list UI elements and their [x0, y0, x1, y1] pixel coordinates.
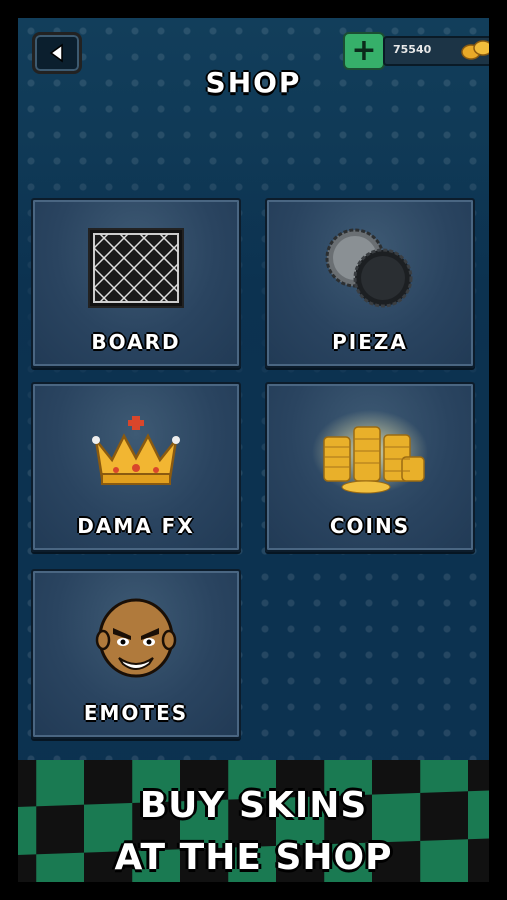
crown-icon — [92, 415, 180, 485]
card-label: PIEZA — [332, 330, 408, 354]
coin-stacks-icon — [312, 409, 428, 494]
coin-amount: 75540 — [393, 43, 432, 56]
coins-icon — [461, 40, 489, 60]
coin-balance: 75540 — [383, 36, 489, 66]
page-title: SHOP — [205, 66, 302, 99]
shop-card-pieza[interactable]: PIEZA — [265, 198, 475, 368]
card-label: EMOTES — [83, 701, 189, 725]
promo-banner: BUY SKINS AT THE SHOP — [18, 760, 489, 882]
shop-card-board[interactable]: BOARD — [31, 198, 241, 368]
card-label: BOARD — [91, 330, 181, 354]
add-coins-button[interactable]: + — [343, 32, 385, 70]
shop-card-emotes[interactable]: EMOTES — [31, 569, 241, 739]
card-label: COINS — [329, 514, 411, 538]
screen: + 75540 SHOP BOARD PIEZA DAMA FX COINS E… — [18, 18, 489, 882]
card-label: DAMA FX — [77, 514, 195, 538]
shop-card-dama-fx[interactable]: DAMA FX — [31, 382, 241, 552]
coin-balance-bar: + 75540 — [343, 32, 489, 70]
dama-pieces-icon — [325, 228, 413, 307]
banner-line-1: BUY SKINS — [139, 785, 368, 826]
face-emote-icon — [95, 598, 177, 677]
board-grid-icon — [88, 227, 184, 308]
plus-icon: + — [351, 33, 377, 68]
back-arrow-icon — [49, 43, 63, 63]
banner-line-2: AT THE SHOP — [114, 837, 393, 878]
shop-card-coins[interactable]: COINS — [265, 382, 475, 552]
